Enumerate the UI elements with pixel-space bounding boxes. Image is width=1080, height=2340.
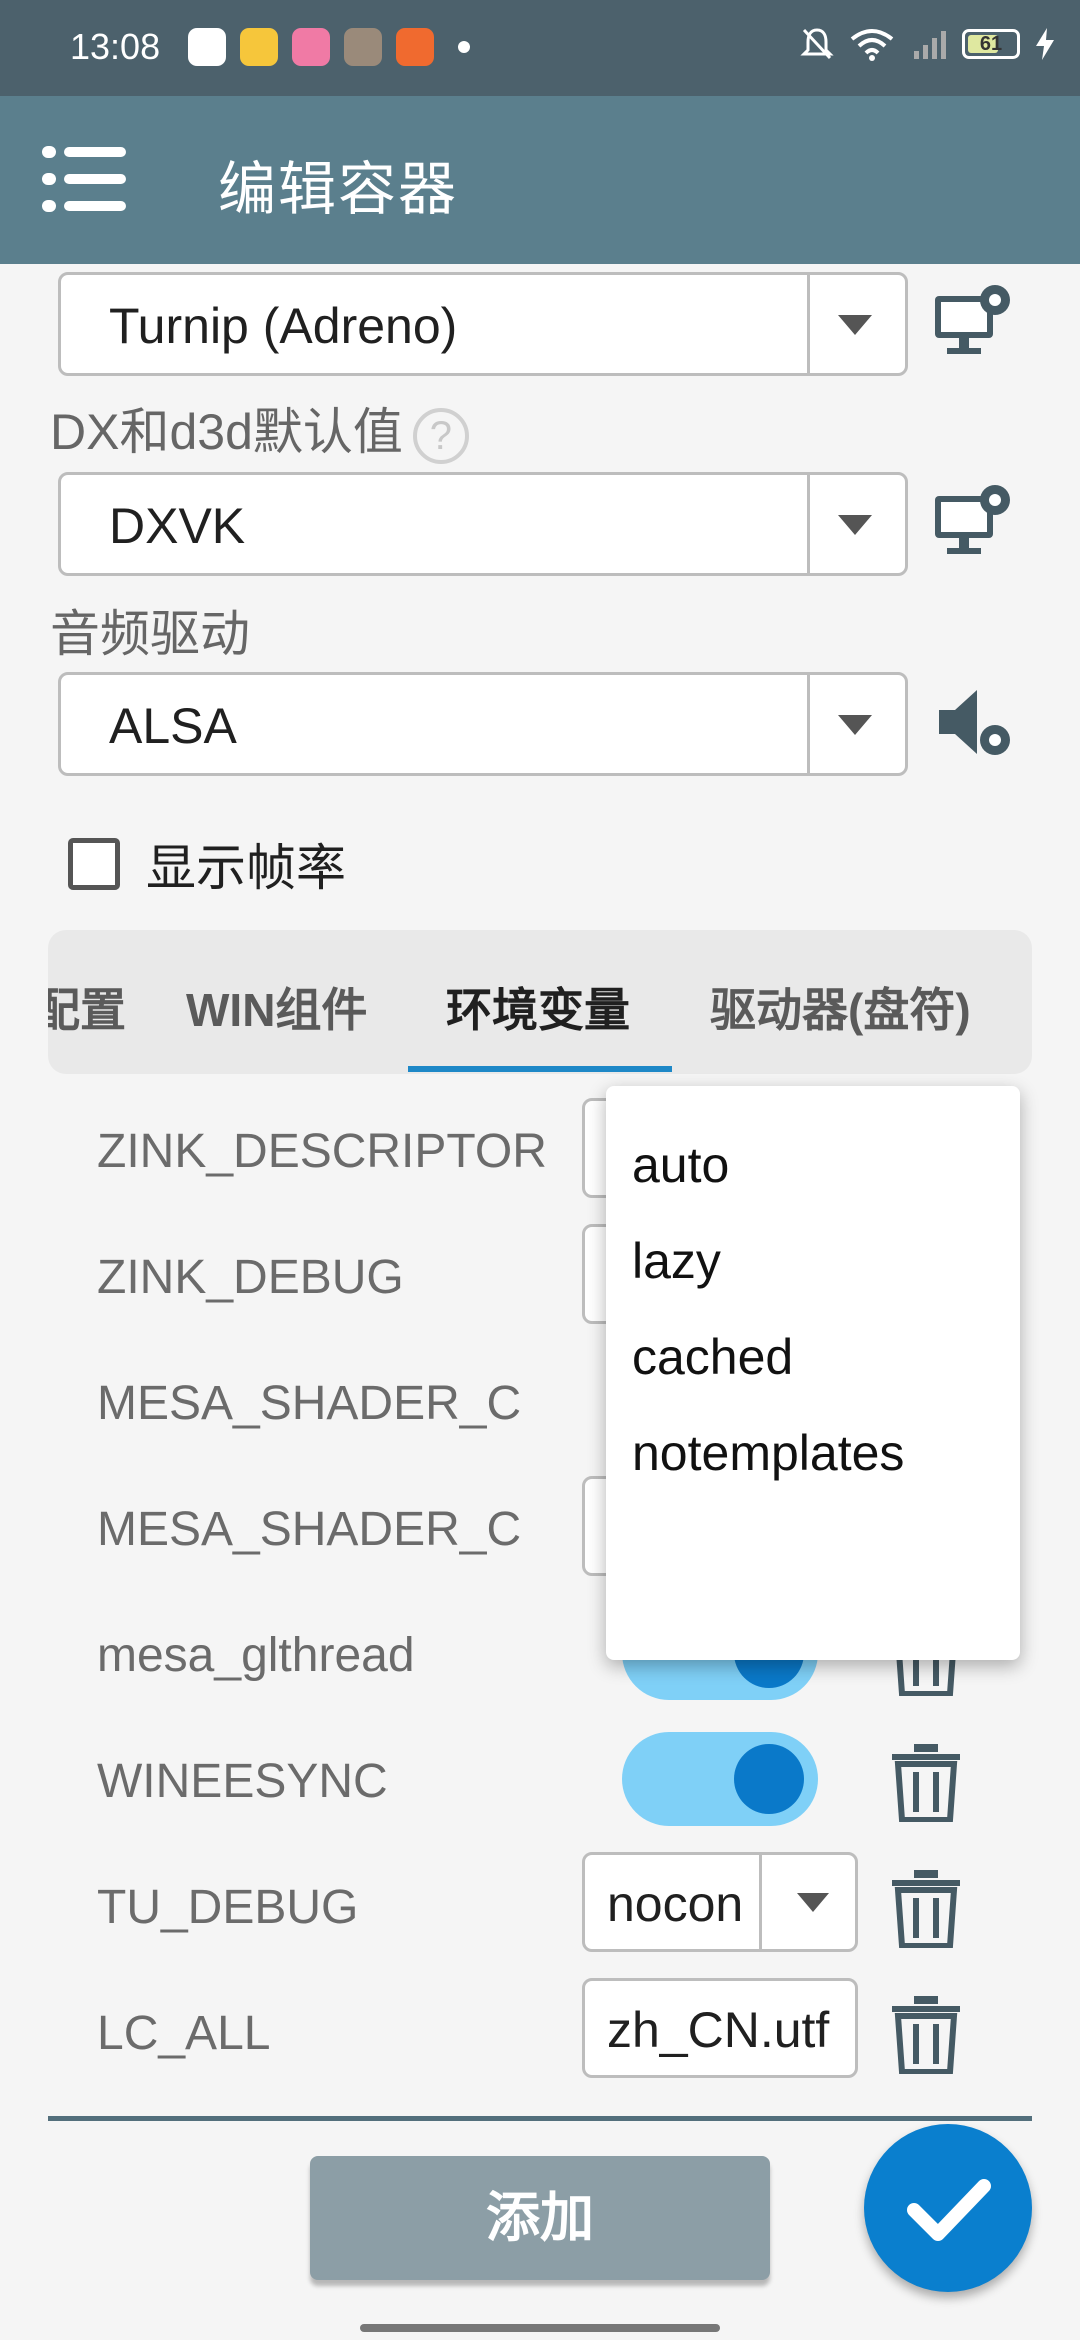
env-var-name: MESA_SHADER_C xyxy=(97,1377,522,1430)
env-var-select[interactable]: nocon xyxy=(582,1852,858,1952)
status-right: 61 xyxy=(800,26,1054,62)
wifi-icon xyxy=(850,29,894,61)
confirm-fab[interactable] xyxy=(864,2124,1032,2292)
add-button[interactable]: 添加 xyxy=(310,2156,770,2280)
dx-label: DX和d3d默认值 xyxy=(50,404,403,460)
dropdown-option-cached[interactable]: cached xyxy=(632,1328,793,1386)
battery-icon: 61 xyxy=(962,29,1020,59)
env-var-name: ZINK_DEBUG xyxy=(97,1251,404,1304)
dx-settings-icon[interactable] xyxy=(933,478,1017,562)
dropdown-option-auto[interactable]: auto xyxy=(632,1136,729,1194)
status-time: 13:08 xyxy=(70,26,161,67)
env-var-name: MESA_SHADER_C xyxy=(97,1503,522,1556)
app-notification-icon xyxy=(344,28,382,66)
dropdown-option-notemplates[interactable]: notemplates xyxy=(632,1424,904,1482)
graphics-driver-value: Turnip (Adreno) xyxy=(109,298,458,354)
dropdown-arrow-icon xyxy=(797,1893,829,1912)
audio-label: 音频驱动 xyxy=(50,606,250,662)
env-var-name: LC_ALL xyxy=(97,2007,271,2060)
graphics-settings-icon[interactable] xyxy=(933,278,1017,362)
show-fps-row[interactable]: 显示帧率 xyxy=(68,828,346,900)
dx-label-row: DX和d3d默认值? xyxy=(50,392,469,464)
signal-icon xyxy=(914,31,946,59)
check-icon xyxy=(907,2179,991,2241)
dropdown-arrow-icon xyxy=(838,315,872,335)
show-fps-checkbox[interactable] xyxy=(68,838,120,890)
status-bar: 13:08 61 xyxy=(0,0,1080,96)
dropdown-menu: auto lazy cached notemplates xyxy=(606,1086,1020,1660)
audio-value: ALSA xyxy=(109,698,237,754)
env-var-value: zh_CN.utf xyxy=(607,2002,830,2058)
audio-spinner[interactable]: ALSA xyxy=(58,672,908,776)
battery-level: 61 xyxy=(979,33,1003,55)
active-tab-indicator xyxy=(408,1066,672,1072)
env-var-toggle[interactable] xyxy=(622,1732,818,1826)
env-var-name: TU_DEBUG xyxy=(97,1881,359,1934)
app-notification-icon xyxy=(396,28,434,66)
audio-settings-icon[interactable] xyxy=(933,680,1017,764)
home-indicator[interactable] xyxy=(360,2324,720,2332)
page-title: 编辑容器 xyxy=(218,157,459,222)
bell-off-icon xyxy=(800,28,834,60)
trash-icon[interactable] xyxy=(888,1742,964,1822)
trash-icon[interactable] xyxy=(888,1994,964,2074)
env-var-name: ZINK_DESCRIPTOR xyxy=(97,1125,547,1178)
charging-icon xyxy=(1036,28,1054,60)
env-var-name: WINEESYNC xyxy=(97,1755,388,1808)
env-var-text-input[interactable]: zh_CN.utf xyxy=(582,1978,858,2078)
app-notification-icon xyxy=(240,28,278,66)
bilibili-icon xyxy=(292,28,330,66)
env-var-name: mesa_glthread xyxy=(97,1629,415,1682)
more-notifications-dot xyxy=(458,41,470,53)
help-icon[interactable]: ? xyxy=(412,407,469,464)
dx-value: DXVK xyxy=(109,498,246,554)
graphics-driver-spinner[interactable]: Turnip (Adreno) xyxy=(58,272,908,376)
menu-button[interactable] xyxy=(42,146,128,212)
show-fps-label: 显示帧率 xyxy=(146,840,346,896)
app-notification-icon xyxy=(188,28,226,66)
tab-bar: 配置 WIN组件 环境变量 驱动器(盘符) xyxy=(48,930,1032,1074)
app-bar: 编辑容器 xyxy=(0,96,1080,264)
tab-env-vars[interactable]: 环境变量 xyxy=(446,974,630,1040)
tab-win-components[interactable]: WIN组件 xyxy=(186,974,367,1040)
dropdown-arrow-icon xyxy=(838,515,872,535)
divider xyxy=(48,2116,1032,2121)
trash-icon[interactable] xyxy=(888,1868,964,1948)
tab-drives[interactable]: 驱动器(盘符) xyxy=(710,974,971,1040)
dropdown-arrow-icon xyxy=(838,715,872,735)
tab-config[interactable]: 配置 xyxy=(48,974,126,1040)
dx-spinner[interactable]: DXVK xyxy=(58,472,908,576)
env-var-value: nocon xyxy=(607,1876,744,1932)
notification-icons xyxy=(188,28,470,66)
dropdown-option-lazy[interactable]: lazy xyxy=(632,1232,721,1290)
